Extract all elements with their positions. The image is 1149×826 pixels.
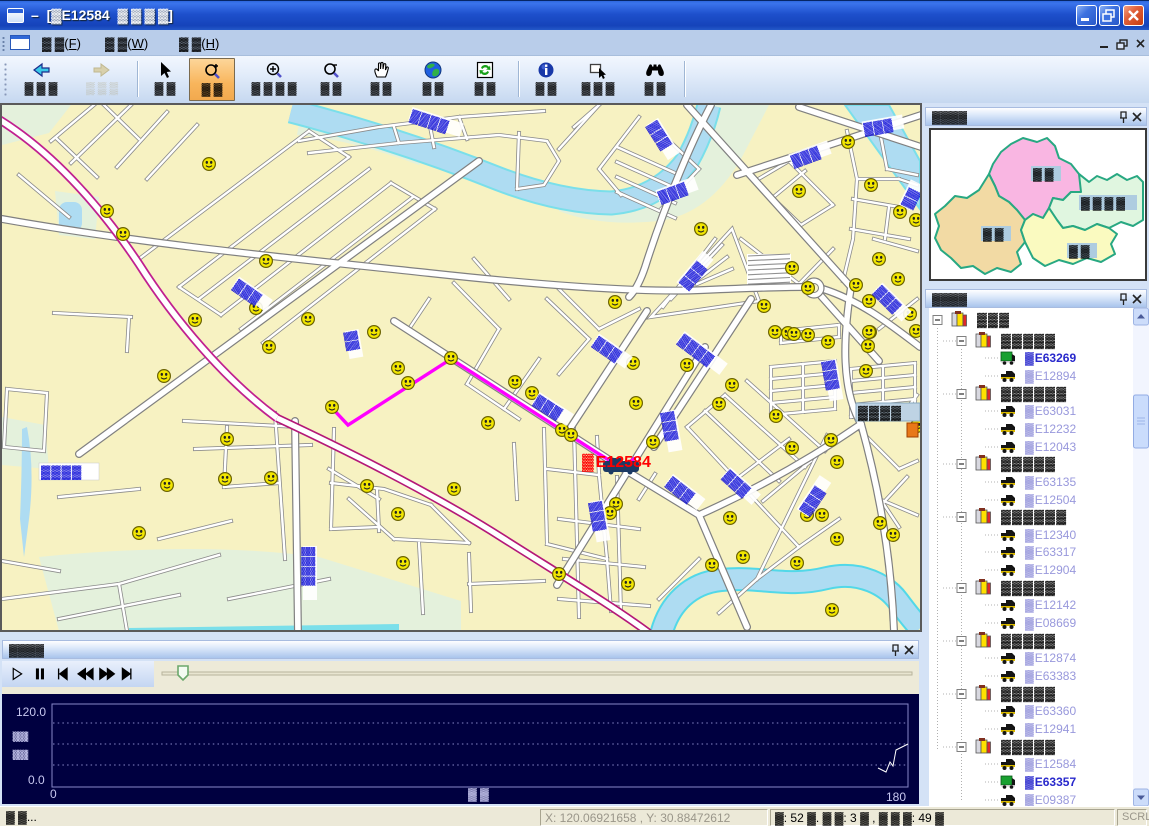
svg-text:0.0: 0.0 bbox=[28, 773, 45, 787]
svg-text:▓E63357: ▓E63357 bbox=[1025, 775, 1076, 790]
svg-text:▓▓▓▓: ▓▓▓▓ bbox=[1081, 196, 1128, 211]
svg-text:▓E63383: ▓E63383 bbox=[1025, 669, 1076, 684]
svg-text:▓▓: ▓▓ bbox=[343, 330, 361, 352]
svg-text:▓▓▓▓▓▓: ▓▓▓▓▓▓ bbox=[1001, 509, 1067, 525]
svg-text:▓▓▓▓: ▓▓▓▓ bbox=[41, 464, 82, 480]
svg-text:▓▓: ▓▓ bbox=[1033, 167, 1057, 182]
svg-text:▓E12043: ▓E12043 bbox=[1025, 440, 1076, 455]
svg-text:▓E12232: ▓E12232 bbox=[1025, 422, 1076, 437]
svg-text:▓E12904: ▓E12904 bbox=[1025, 563, 1076, 578]
svg-text:▓▓▓: ▓▓▓ bbox=[790, 145, 823, 169]
svg-text:▓E12504: ▓E12504 bbox=[1025, 493, 1076, 508]
svg-text:▓E12584: ▓E12584 bbox=[1025, 757, 1076, 772]
svg-text:▓▓▓▓▓: ▓▓▓▓▓ bbox=[1001, 633, 1056, 649]
svg-text:▓E12340: ▓E12340 bbox=[1025, 528, 1076, 543]
svg-text:0: 0 bbox=[50, 787, 57, 801]
svg-text:▓E09387: ▓E09387 bbox=[1025, 793, 1076, 806]
svg-text:▓▓▓▓▓: ▓▓▓▓▓ bbox=[1001, 580, 1056, 596]
svg-text:180: 180 bbox=[886, 790, 906, 804]
svg-text:▓▓▓▓▓▓: ▓▓▓▓▓▓ bbox=[1001, 386, 1067, 402]
svg-text:▓▓▓▓: ▓▓▓▓ bbox=[301, 547, 316, 586]
svg-text:▓E63360: ▓E63360 bbox=[1025, 704, 1076, 719]
svg-text:▓E12941: ▓E12941 bbox=[1025, 722, 1076, 737]
svg-text:▓E12874: ▓E12874 bbox=[1025, 651, 1076, 666]
svg-text:▓▓: ▓▓ bbox=[468, 787, 492, 802]
svg-text:▓▓▓▓: ▓▓▓▓ bbox=[858, 405, 902, 421]
svg-text:▓E12142: ▓E12142 bbox=[1025, 598, 1076, 613]
svg-text:▓E08669: ▓E08669 bbox=[1025, 616, 1076, 631]
svg-text:▓▓▓▓▓: ▓▓▓▓▓ bbox=[1001, 686, 1056, 702]
svg-text:▓▓: ▓▓ bbox=[983, 227, 1007, 242]
svg-text:▓▓▓▓▓: ▓▓▓▓▓ bbox=[1001, 333, 1056, 349]
svg-text:▓E63269: ▓E63269 bbox=[1025, 351, 1076, 366]
svg-text:▓E63135: ▓E63135 bbox=[1025, 475, 1076, 490]
svg-text:▓E63317: ▓E63317 bbox=[1025, 545, 1076, 560]
svg-text:▓▓▓▓▓: ▓▓▓▓▓ bbox=[1001, 739, 1056, 755]
svg-text:▓E12894: ▓E12894 bbox=[1025, 369, 1076, 384]
svg-text:▓E12584: ▓E12584 bbox=[582, 453, 651, 472]
svg-text:120.0: 120.0 bbox=[16, 705, 46, 719]
svg-text:▓▓: ▓▓ bbox=[1069, 244, 1093, 259]
svg-text:▓▓: ▓▓ bbox=[11, 724, 29, 760]
svg-text:▓▓▓▓▓: ▓▓▓▓▓ bbox=[1001, 456, 1056, 472]
svg-text:▓▓▓: ▓▓▓ bbox=[977, 312, 1010, 328]
svg-text:▓E63031: ▓E63031 bbox=[1025, 404, 1076, 419]
